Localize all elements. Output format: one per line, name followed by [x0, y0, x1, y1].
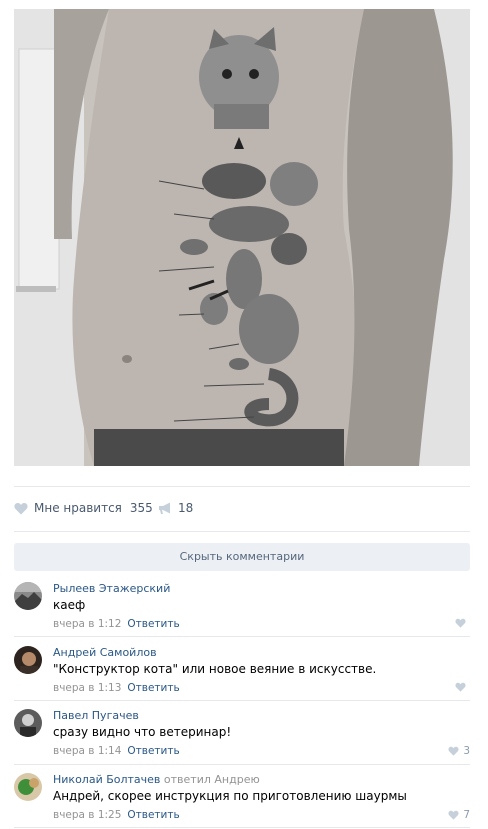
comment-like-count: 7: [463, 809, 470, 821]
divider: [14, 827, 470, 828]
comment-time[interactable]: вчера в 1:25: [53, 809, 121, 821]
like-label: Мне нравится: [34, 501, 122, 515]
comment-like-button[interactable]: [455, 682, 470, 692]
comment-author[interactable]: Рылеев Этажерский: [53, 582, 170, 595]
reply-link[interactable]: Ответить: [127, 682, 179, 694]
share-count: 18: [178, 501, 194, 515]
comment-like-button[interactable]: [455, 618, 470, 628]
comment-time[interactable]: вчера в 1:13: [53, 682, 121, 694]
comment-time[interactable]: вчера в 1:12: [53, 618, 121, 630]
post-actions: Мне нравится 355 18: [14, 486, 470, 532]
like-button[interactable]: Мне нравится 355: [14, 501, 153, 515]
comment-text: Андрей, скорее инструкция по приготовлен…: [53, 789, 407, 803]
avatar[interactable]: [14, 709, 42, 737]
comment-time[interactable]: вчера в 1:14: [53, 745, 121, 757]
avatar[interactable]: [14, 582, 42, 610]
comment-meta: вчера в 1:13 Ответить: [53, 682, 180, 694]
avatar[interactable]: [14, 646, 42, 674]
reply-link[interactable]: Ответить: [127, 745, 179, 757]
hide-comments-button[interactable]: Скрыть комментарии: [14, 543, 470, 571]
comment-text: сразу видно что ветеринар!: [53, 725, 232, 739]
reply-link[interactable]: Ответить: [127, 618, 179, 630]
heart-icon: [455, 618, 466, 628]
comment-like-button[interactable]: 3: [448, 745, 470, 757]
comment-author[interactable]: Андрей Самойлов: [53, 646, 157, 659]
megaphone-icon: [159, 502, 170, 514]
comment-meta: вчера в 1:12 Ответить: [53, 618, 180, 630]
comment-like-button[interactable]: 7: [448, 809, 470, 821]
heart-icon: [448, 810, 459, 820]
comment-text: каеф: [53, 598, 86, 612]
like-count: 355: [129, 501, 153, 515]
avatar[interactable]: [14, 773, 42, 801]
heart-icon: [455, 682, 466, 692]
heart-icon: [14, 502, 28, 514]
comment-text: "Конструктор кота" или новое веяние в ис…: [53, 662, 377, 676]
heart-icon: [448, 746, 459, 756]
reply-link[interactable]: Ответить: [127, 809, 179, 821]
replied-to[interactable]: ответил Андрею: [164, 773, 260, 786]
comment-meta: вчера в 1:14 Ответить: [53, 745, 180, 757]
share-button[interactable]: 18: [158, 501, 193, 515]
comment-author[interactable]: Николай Болтачев ответил Андрею: [53, 773, 260, 786]
post-photo[interactable]: [14, 9, 470, 466]
comment-meta: вчера в 1:25 Ответить: [53, 809, 180, 821]
divider: [14, 700, 470, 701]
divider: [14, 636, 470, 637]
divider: [14, 764, 470, 765]
comment-author[interactable]: Павел Пугачев: [53, 709, 139, 722]
comment-like-count: 3: [463, 745, 470, 757]
